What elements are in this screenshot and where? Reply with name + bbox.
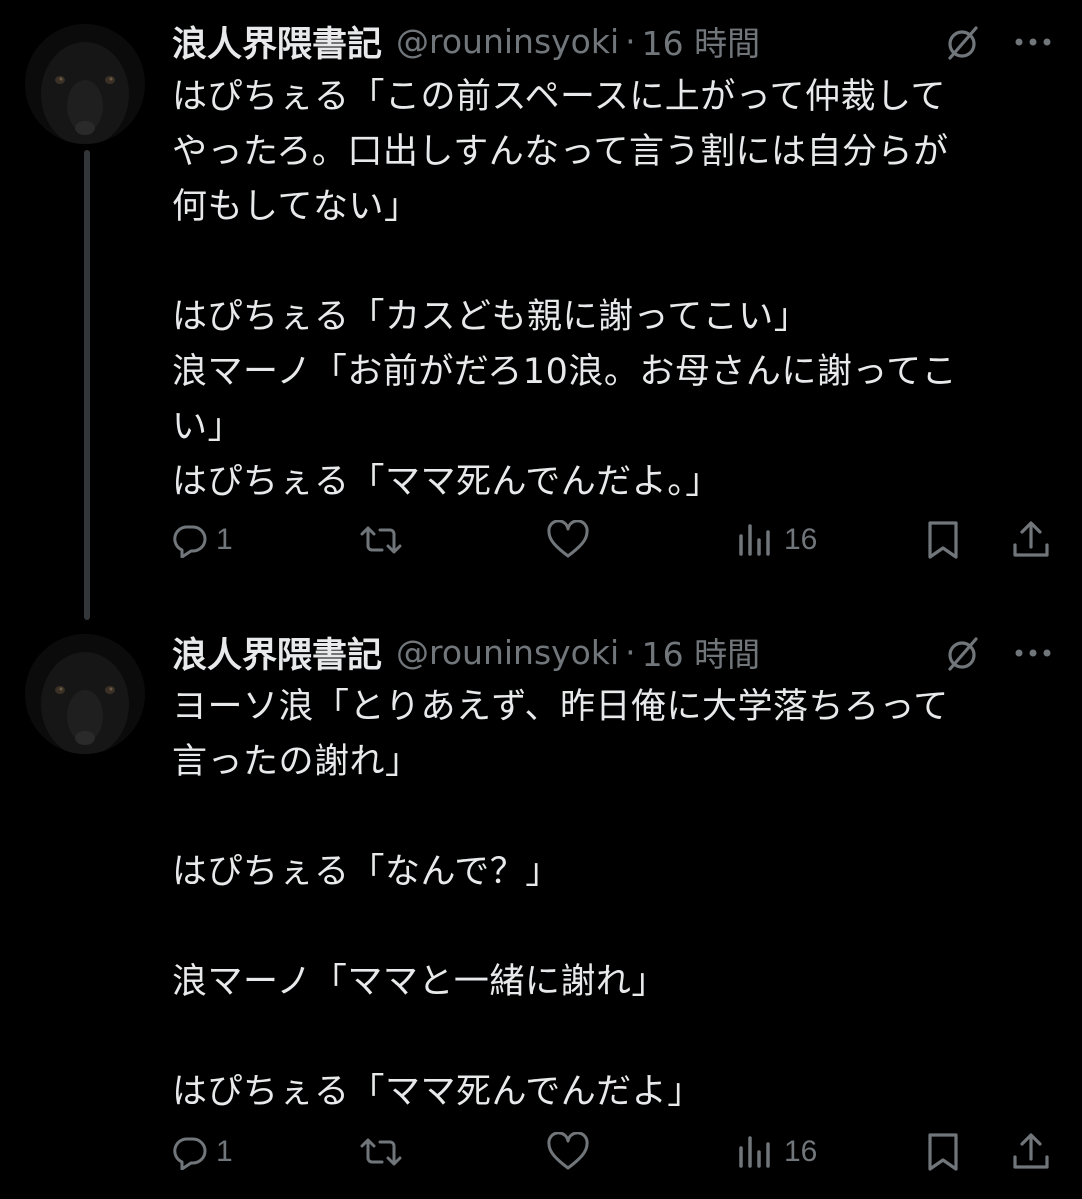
views-icon <box>739 1136 770 1168</box>
handle[interactable]: @rouninsyoki <box>396 633 619 672</box>
bookmark-icon <box>928 521 958 559</box>
reply-icon <box>173 1137 207 1170</box>
avatar-image <box>25 634 145 754</box>
view-count: 16 <box>784 1135 818 1168</box>
more-icon[interactable] <box>1010 631 1056 675</box>
handle[interactable]: @rouninsyoki <box>396 22 619 61</box>
bookmark-button[interactable] <box>924 1122 962 1182</box>
tweet-actions: 1 16 <box>0 510 1082 570</box>
grok-icon[interactable] <box>940 631 984 675</box>
avatar-image <box>25 24 145 144</box>
tweet-text: はぴちぇる「この前スペースに上がって仲裁して やったろ。口出しすんなって言う割に… <box>172 77 958 502</box>
tweet-header: 浪人界隈書記 @rouninsyoki · 16 時間 <box>172 628 760 676</box>
share-button[interactable] <box>1010 1122 1052 1182</box>
timestamp[interactable]: 16 時間 <box>642 17 760 65</box>
bookmark-button[interactable] <box>924 510 962 570</box>
share-icon <box>1013 1133 1049 1169</box>
tweet-text: ヨーソ浪「とりあえず、昨日俺に大学落ちろって 言ったの謝れ」 はぴちぇる「なんで… <box>172 687 949 1112</box>
avatar[interactable] <box>25 24 145 144</box>
retweet-icon <box>360 526 402 554</box>
retweet-button[interactable] <box>358 510 404 570</box>
retweet-icon <box>360 1138 402 1166</box>
timestamp[interactable]: 16 時間 <box>642 628 760 676</box>
display-name[interactable]: 浪人界隈書記 <box>172 627 382 678</box>
like-button[interactable] <box>546 510 590 570</box>
views-button[interactable]: 16 <box>736 510 817 570</box>
separator-dot: · <box>625 632 636 672</box>
views-icon <box>739 524 770 556</box>
reply-count: 1 <box>216 1135 233 1168</box>
tweet-actions: 1 16 <box>0 1122 1082 1182</box>
separator-dot: · <box>625 21 636 61</box>
reply-button[interactable]: 1 <box>172 510 233 570</box>
view-count: 16 <box>784 523 818 556</box>
views-button[interactable]: 16 <box>736 1122 817 1182</box>
like-icon <box>547 520 589 558</box>
like-icon <box>547 1132 589 1170</box>
avatar[interactable] <box>25 634 145 754</box>
share-icon <box>1013 521 1049 557</box>
display-name[interactable]: 浪人界隈書記 <box>172 16 382 67</box>
bookmark-icon <box>928 1133 958 1171</box>
tweet-header: 浪人界隈書記 @rouninsyoki · 16 時間 <box>172 17 760 65</box>
reply-icon <box>173 525 207 558</box>
retweet-button[interactable] <box>358 1122 404 1182</box>
share-button[interactable] <box>1010 510 1052 570</box>
reply-button[interactable]: 1 <box>172 1122 233 1182</box>
grok-icon[interactable] <box>940 20 984 64</box>
more-icon[interactable] <box>1010 20 1056 64</box>
like-button[interactable] <box>546 1122 590 1182</box>
reply-count: 1 <box>216 523 233 556</box>
